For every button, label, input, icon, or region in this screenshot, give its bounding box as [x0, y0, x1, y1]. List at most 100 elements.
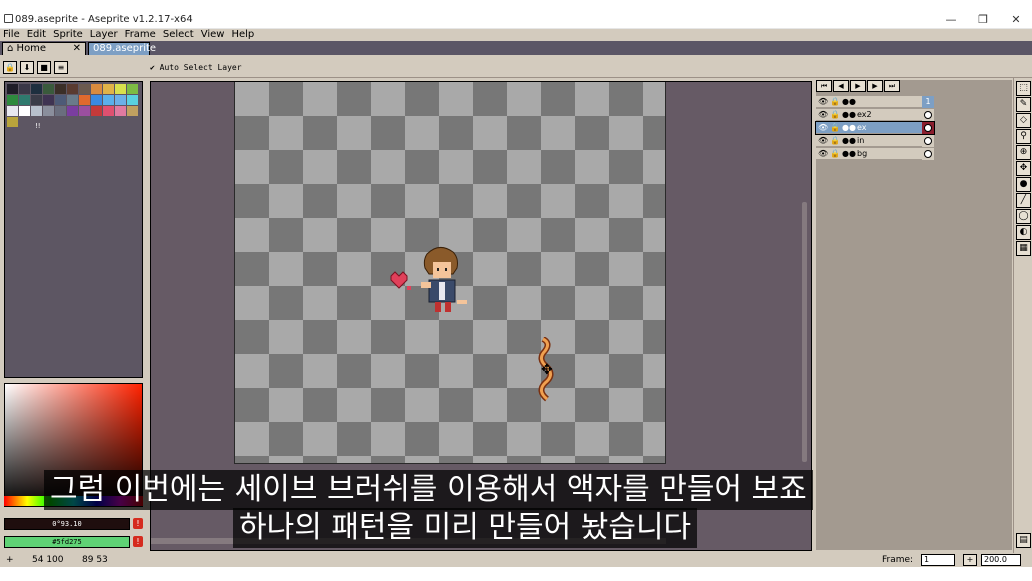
palette-swatch[interactable] — [115, 84, 127, 95]
palette-swatch[interactable] — [7, 117, 19, 128]
palette-swatch[interactable] — [7, 95, 19, 106]
foreground-color-field[interactable]: 0°93.10 — [4, 518, 130, 530]
cel[interactable] — [922, 148, 934, 160]
frame-input[interactable]: 1 — [921, 554, 955, 566]
palette-swatch[interactable] — [31, 106, 43, 117]
close-window-button[interactable]: ✕ — [1003, 12, 1029, 28]
palette-swatch[interactable] — [127, 95, 139, 106]
palette-swatch[interactable] — [19, 106, 31, 117]
lock-icon[interactable]: 🔒 — [830, 96, 840, 108]
layer-row-selected[interactable]: 👁 🔒 ●● ex — [815, 121, 935, 135]
palette-swatch[interactable] — [79, 84, 91, 95]
continuous-icon[interactable]: ●● — [842, 122, 856, 134]
warning-icon[interactable]: ! — [133, 536, 143, 547]
palette-swatch[interactable] — [19, 95, 31, 106]
palette-swatch[interactable] — [127, 84, 139, 95]
maximize-button[interactable]: ❐ — [970, 12, 996, 28]
palette-swatch[interactable] — [79, 106, 91, 117]
warning-icon[interactable]: ! — [133, 518, 143, 529]
stop-icon[interactable]: ■ — [37, 61, 51, 74]
layer-row[interactable]: 👁 🔒 ●● bg — [816, 148, 934, 160]
last-frame-icon[interactable]: ⏭ — [884, 80, 900, 92]
continuous-icon[interactable]: ●● — [842, 148, 856, 160]
continuous-icon[interactable]: ●● — [842, 135, 856, 147]
palette-swatch[interactable] — [7, 106, 19, 117]
palette-swatch[interactable] — [79, 95, 91, 106]
palette-swatch[interactable] — [67, 84, 79, 95]
palette-swatch[interactable] — [43, 84, 55, 95]
palette-swatch[interactable] — [67, 95, 79, 106]
palette-swatch[interactable] — [55, 84, 67, 95]
palette-swatch[interactable] — [31, 95, 43, 106]
vertical-scrollbar[interactable] — [802, 202, 807, 462]
fill-tool-icon[interactable]: ● — [1016, 177, 1031, 192]
ellipse-tool-icon[interactable]: ◯ — [1016, 209, 1031, 224]
layer-row[interactable]: 👁 🔒 ●● in — [816, 135, 934, 147]
eye-icon[interactable]: 👁 — [818, 135, 828, 147]
palette-swatch[interactable] — [91, 84, 103, 95]
marquee-tool-icon[interactable]: ⬚ — [1016, 81, 1031, 96]
eraser-tool-icon[interactable]: ◇ — [1016, 113, 1031, 128]
lock-icon[interactable]: 🔒 — [830, 135, 840, 147]
prev-frame-icon[interactable]: ◀ — [833, 80, 849, 92]
eyedropper-tool-icon[interactable]: ⚲ — [1016, 129, 1031, 144]
close-tab-icon[interactable]: ✕ — [73, 43, 81, 55]
line-tool-icon[interactable]: ╱ — [1016, 193, 1031, 208]
menu-select[interactable]: Select — [163, 29, 194, 41]
menu-edit[interactable]: Edit — [27, 29, 46, 41]
palette-swatch[interactable] — [115, 106, 127, 117]
palette-swatch[interactable] — [91, 106, 103, 117]
blur-tool-icon[interactable]: ▦ — [1016, 241, 1031, 256]
zoom-input[interactable]: 200.0 — [981, 554, 1021, 566]
tab-089-aseprite[interactable]: 089.aseprite — [88, 42, 156, 55]
palette-swatch[interactable] — [91, 95, 103, 106]
next-frame-icon[interactable]: ▶ — [867, 80, 883, 92]
palette-swatch[interactable] — [115, 95, 127, 106]
eye-icon[interactable]: 👁 — [818, 122, 828, 134]
download-icon[interactable]: ⬇ — [20, 61, 34, 74]
palette-swatch[interactable] — [103, 95, 115, 106]
eye-icon[interactable]: 👁 — [818, 148, 828, 160]
sprite-canvas[interactable]: ✥ — [234, 82, 666, 464]
tab-home[interactable]: ⌂ Home ✕ — [2, 42, 86, 55]
minimize-button[interactable]: — — [938, 12, 964, 28]
menu-layer[interactable]: Layer — [90, 29, 118, 41]
add-frame-icon[interactable]: + — [963, 554, 977, 566]
layer-header[interactable]: 👁 🔒 ●● — [816, 96, 934, 108]
continuous-icon[interactable]: ●● — [842, 96, 856, 108]
contour-tool-icon[interactable]: ◐ — [1016, 225, 1031, 240]
palette-swatch[interactable] — [103, 84, 115, 95]
layer-row[interactable]: 👁 🔒 ●● ex2 — [816, 109, 934, 121]
palette-swatch[interactable] — [55, 95, 67, 106]
cel[interactable] — [922, 135, 934, 147]
lock-icon[interactable]: 🔒 — [3, 61, 17, 74]
first-frame-icon[interactable]: ⏮ — [816, 80, 832, 92]
palette-swatch[interactable] — [127, 106, 139, 117]
palette-swatch[interactable] — [103, 106, 115, 117]
eye-icon[interactable]: 👁 — [818, 96, 828, 108]
palette-swatch[interactable] — [19, 84, 31, 95]
cel-selected[interactable] — [922, 122, 934, 134]
zoom-tool-icon[interactable]: ⊕ — [1016, 145, 1031, 160]
palette-swatch[interactable] — [55, 106, 67, 117]
palette-swatch[interactable] — [43, 106, 55, 117]
menu-frame[interactable]: Frame — [125, 29, 156, 41]
eye-icon[interactable]: 👁 — [818, 109, 828, 121]
menu-help[interactable]: Help — [231, 29, 254, 41]
lock-icon[interactable]: 🔒 — [830, 109, 840, 121]
palette-swatch[interactable] — [67, 106, 79, 117]
lock-icon[interactable]: 🔒 — [830, 122, 840, 134]
menu-view[interactable]: View — [201, 29, 225, 41]
continuous-icon[interactable]: ●● — [842, 109, 856, 121]
move-tool-icon[interactable]: ✥ — [1016, 161, 1031, 176]
frame-header[interactable]: 1 — [922, 96, 934, 108]
background-color-field[interactable]: #5fd275 — [4, 536, 130, 548]
cel[interactable] — [922, 109, 934, 121]
timeline-toggle-icon[interactable]: ▤ — [1016, 533, 1031, 548]
lock-icon[interactable]: 🔒 — [830, 148, 840, 160]
pencil-tool-icon[interactable]: ✎ — [1016, 97, 1031, 112]
menu-file[interactable]: File — [3, 29, 20, 41]
play-icon[interactable]: ▶ — [850, 80, 866, 92]
auto-select-layer-checkbox[interactable]: ✔ Auto Select Layer — [150, 63, 242, 72]
palette-swatch[interactable] — [7, 84, 19, 95]
